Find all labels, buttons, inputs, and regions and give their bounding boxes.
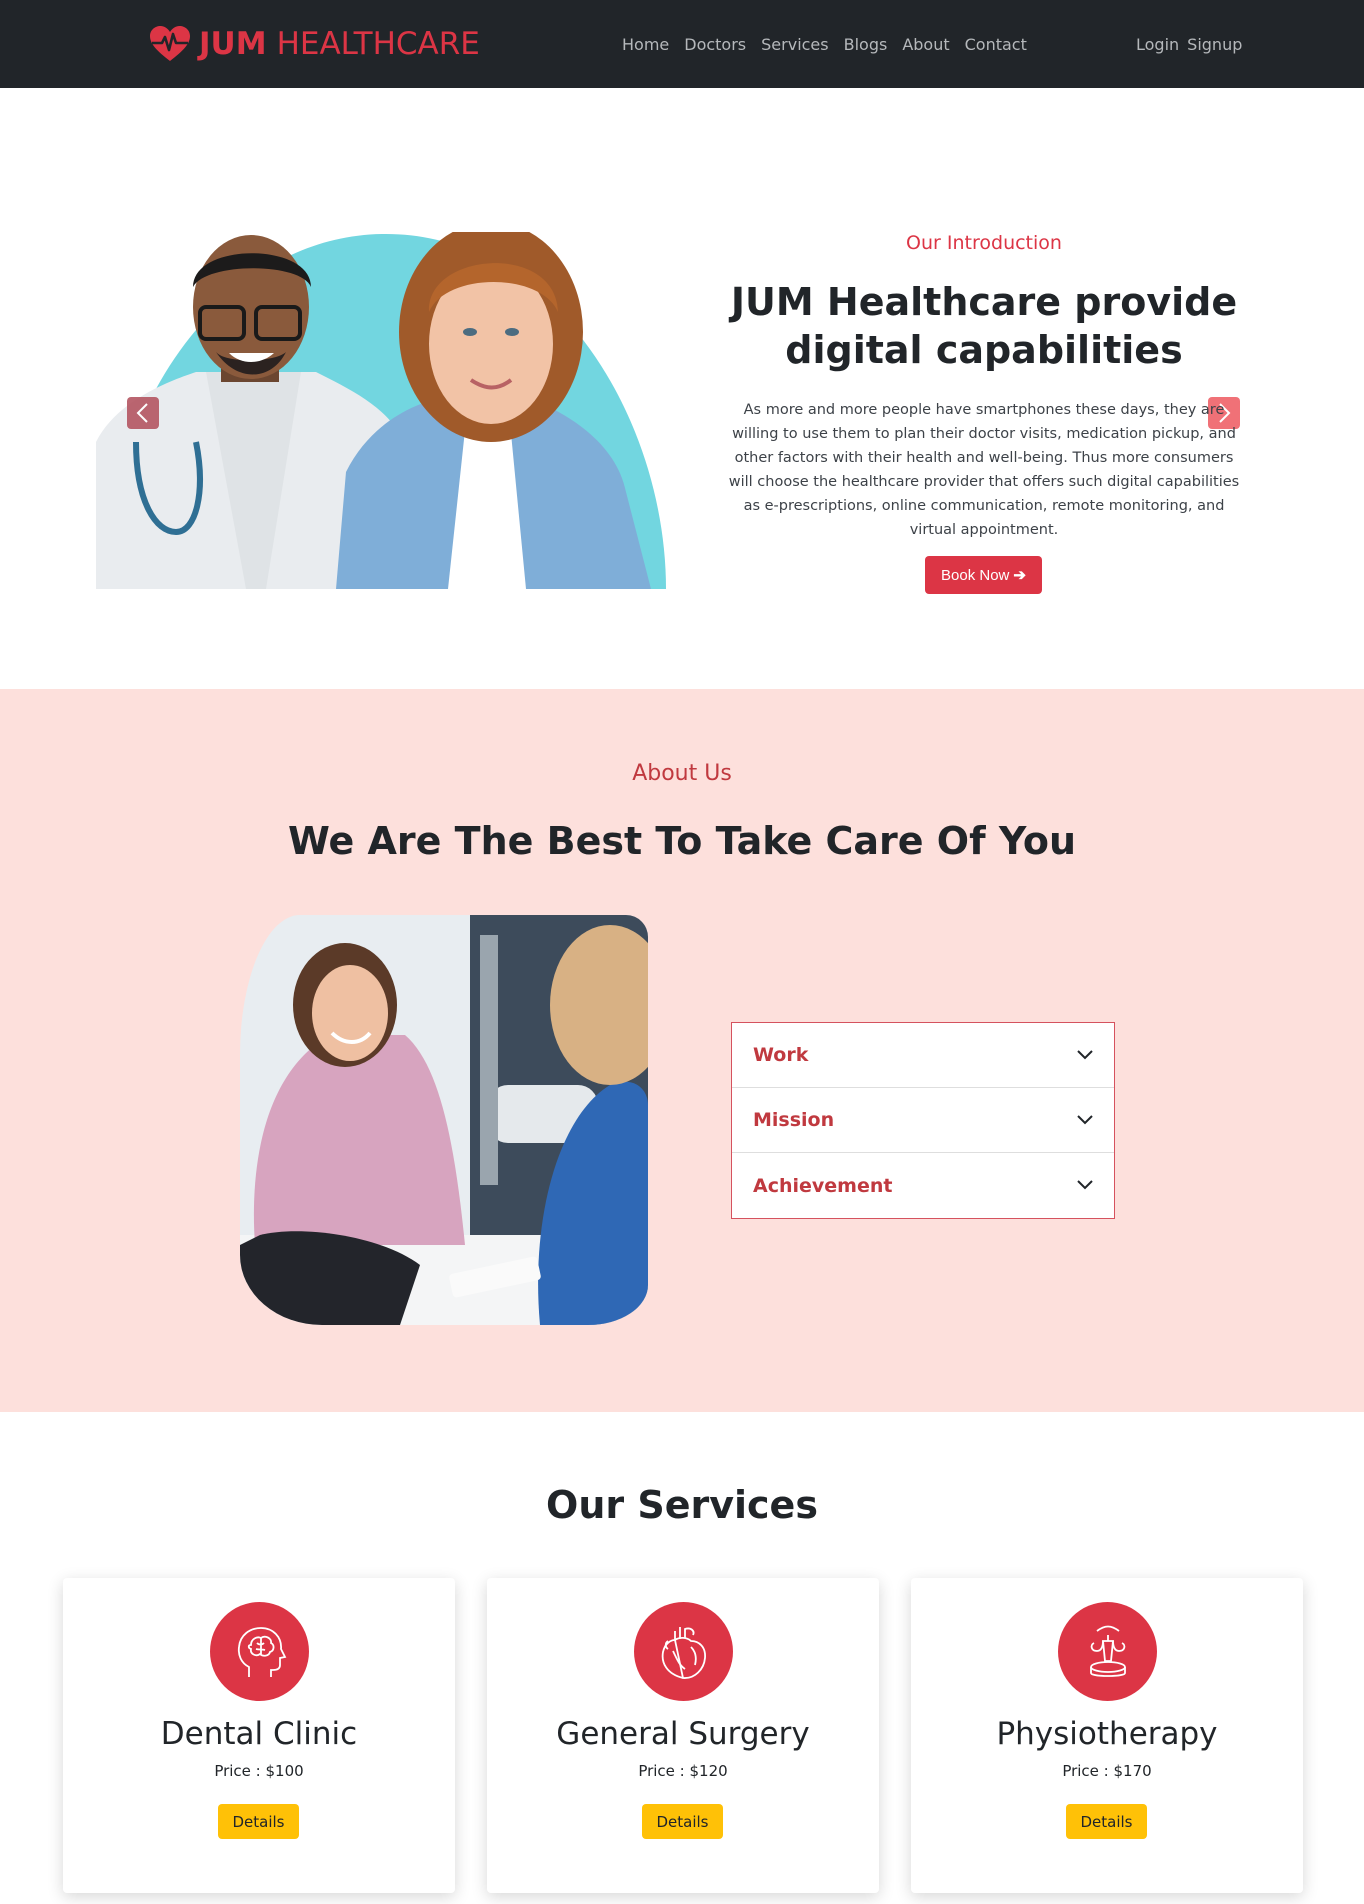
- about-title: We Are The Best To Take Care Of You: [287, 819, 1077, 863]
- book-now-button[interactable]: Book Now ➔: [925, 556, 1042, 594]
- navbar: JUM HEALTHCARE Home Doctors Services Blo…: [0, 0, 1364, 88]
- service-card-surgery: General Surgery Price : $120 Details: [487, 1578, 879, 1893]
- about-subtitle: About Us: [632, 761, 732, 786]
- heart-organ-icon: [634, 1602, 733, 1701]
- nav-link-services[interactable]: Services: [761, 35, 828, 54]
- service-price: Price : $170: [1062, 1762, 1152, 1780]
- nav-link-doctors[interactable]: Doctors: [684, 35, 746, 54]
- auth-links: Login Signup: [1136, 0, 1250, 88]
- hero-description: As more and more people have smartphones…: [728, 402, 1240, 538]
- brain-head-icon: [210, 1602, 309, 1701]
- signup-link[interactable]: Signup: [1187, 35, 1242, 54]
- service-card-dental: Dental Clinic Price : $100 Details: [63, 1578, 455, 1893]
- uterus-icon: [1058, 1602, 1157, 1701]
- chevron-down-icon: [1077, 1050, 1093, 1060]
- book-now-label: Book Now: [941, 566, 1010, 584]
- hero-title: JUM Healthcare provide digital capabilit…: [730, 280, 1238, 372]
- arrow-right-icon: ➔: [1013, 567, 1026, 584]
- service-name: General Surgery: [556, 1716, 810, 1752]
- chevron-down-icon: [1077, 1115, 1093, 1125]
- accordion-item-achievement[interactable]: Achievement: [732, 1153, 1114, 1218]
- chevron-down-icon: [1077, 1180, 1093, 1190]
- hero-doctors-image: [96, 232, 671, 589]
- nav-link-about[interactable]: About: [902, 35, 949, 54]
- heart-pulse-icon: [150, 26, 190, 61]
- details-button[interactable]: Details: [1066, 1804, 1147, 1839]
- accordion-label: Mission: [753, 1109, 835, 1131]
- details-button[interactable]: Details: [218, 1804, 299, 1839]
- login-link[interactable]: Login: [1136, 35, 1179, 54]
- brand-name-strong: JUM: [199, 26, 267, 62]
- brand-name-light: HEALTHCARE: [276, 26, 480, 62]
- about-section: About Us We Are The Best To Take Care Of…: [0, 689, 1364, 1412]
- nav-link-home[interactable]: Home: [622, 35, 669, 54]
- service-name: Dental Clinic: [160, 1716, 358, 1752]
- service-price: Price : $120: [638, 1762, 728, 1780]
- main-nav: Home Doctors Services Blogs About Contac…: [622, 0, 1042, 88]
- accordion-label: Achievement: [753, 1174, 893, 1197]
- about-accordion: Work Mission Achievement: [731, 1022, 1115, 1219]
- accordion-item-mission[interactable]: Mission: [732, 1088, 1114, 1153]
- carousel-prev-button[interactable]: [127, 397, 159, 429]
- hero-subtitle: Our Introduction: [906, 232, 1062, 254]
- chevron-left-icon: [136, 403, 148, 423]
- details-button[interactable]: Details: [642, 1804, 723, 1839]
- services-title: Our Services: [546, 1483, 818, 1527]
- service-card-physiotherapy: Physiotherapy Price : $170 Details: [911, 1578, 1303, 1893]
- service-price: Price : $100: [214, 1762, 304, 1780]
- nav-link-contact[interactable]: Contact: [965, 35, 1027, 54]
- accordion-item-work[interactable]: Work: [732, 1023, 1114, 1088]
- nav-link-blogs[interactable]: Blogs: [844, 35, 888, 54]
- brand-logo[interactable]: JUM HEALTHCARE: [149, 22, 480, 66]
- accordion-label: Work: [753, 1044, 809, 1066]
- about-consultation-image: [240, 915, 648, 1325]
- service-name: Physiotherapy: [996, 1716, 1218, 1752]
